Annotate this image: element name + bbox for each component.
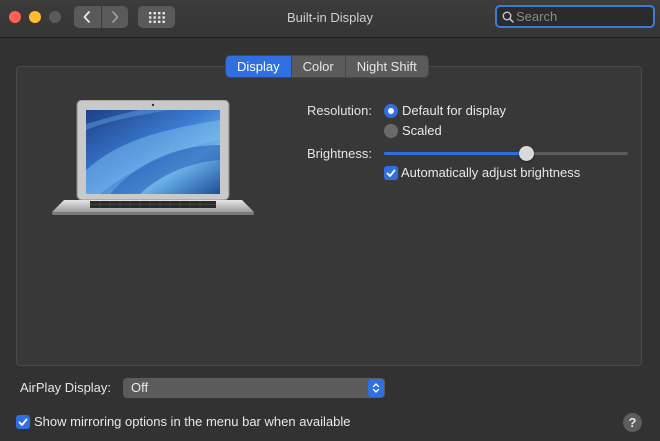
auto-brightness-label: Automatically adjust brightness [401,165,581,180]
show-mirroring-label: Show mirroring options in the menu bar w… [34,414,351,429]
search-input[interactable] [514,9,646,24]
checkmark-icon [18,418,28,426]
search-field[interactable] [495,5,655,28]
option-scaled-label: Scaled [402,123,442,138]
up-down-arrows-icon [372,383,380,393]
search-icon [502,11,514,23]
tab-night-shift[interactable]: Night Shift [344,56,428,77]
radio-default-for-display[interactable] [384,104,398,118]
radio-scaled[interactable] [384,124,398,138]
brightness-slider[interactable] [384,146,628,161]
brightness-slider-fill [384,152,526,155]
auto-brightness-checkbox[interactable] [384,166,398,180]
help-button[interactable]: ? [623,413,642,432]
show-mirroring-checkbox[interactable] [16,415,30,429]
resolution-label: Resolution: [306,103,372,118]
select-arrows [368,379,384,397]
laptop-image [52,100,254,215]
airplay-display-value: Off [131,380,149,395]
tab-bar: Display Color Night Shift [226,56,428,77]
airplay-display-select[interactable]: Off [123,378,385,398]
title-bar: Built-in Display [0,0,660,38]
checkmark-icon [386,169,396,177]
brightness-label: Brightness: [306,146,372,161]
tab-display[interactable]: Display [226,56,291,77]
brightness-slider-knob[interactable] [518,146,534,161]
airplay-label: AirPlay Display: [20,380,112,395]
tab-color[interactable]: Color [290,56,345,77]
option-default-for-display-label: Default for display [402,103,507,118]
